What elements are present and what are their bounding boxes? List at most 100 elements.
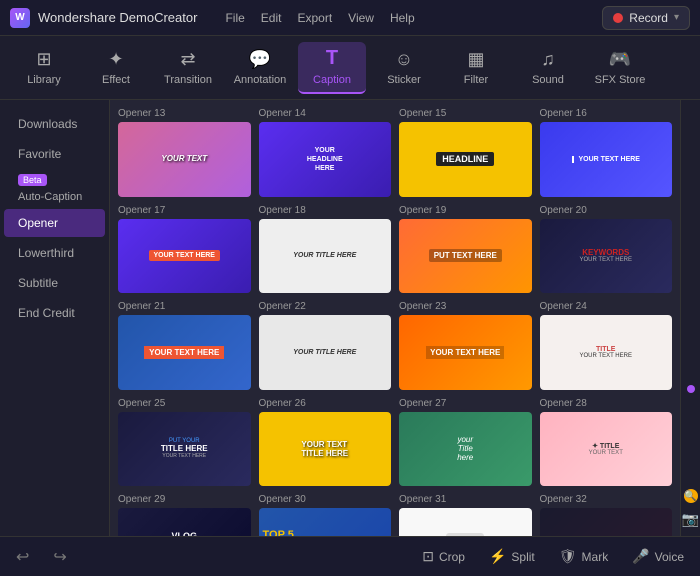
grid-thumb-13[interactable]: YOUR TEXT bbox=[118, 122, 251, 197]
grid-thumb-27[interactable]: yourTitlehere bbox=[399, 412, 532, 487]
toolbar-transition[interactable]: ⇄ Transition bbox=[154, 42, 222, 94]
right-panel: 🔍 📷 bbox=[680, 100, 700, 536]
toolbar-filter[interactable]: ▦ Filter bbox=[442, 42, 510, 94]
sfxstore-icon: 🎮 bbox=[609, 49, 631, 70]
voice-icon: 🎤 bbox=[632, 548, 649, 565]
grid-label-30: Opener 30 bbox=[259, 494, 392, 505]
grid-label-20: Opener 20 bbox=[540, 205, 673, 216]
sidebar-item-favorite[interactable]: Favorite bbox=[4, 140, 105, 168]
grid-item-opener-16[interactable]: Opener 16 YOUR TEXT HERE bbox=[540, 108, 673, 197]
sidebar-item-autocaption[interactable]: BetaAuto-Caption bbox=[4, 170, 105, 207]
grid-item-opener-19[interactable]: Opener 19PUT TEXT HERE bbox=[399, 205, 532, 294]
menu-view[interactable]: View bbox=[348, 11, 374, 25]
bottom-bar: ↩ ↪ ⊡ Crop ⚡ Split 🛡 Mark 🎤 Voice bbox=[0, 536, 700, 576]
grid-item-opener-13[interactable]: Opener 13YOUR TEXT bbox=[118, 108, 251, 197]
sidebar-item-opener[interactable]: Opener bbox=[4, 209, 105, 237]
grid-item-opener-14[interactable]: Opener 14YOURHEADLINEHERE bbox=[259, 108, 392, 197]
menu-help[interactable]: Help bbox=[390, 11, 415, 25]
toolbar-library-label: Library bbox=[27, 74, 61, 86]
toolbar-sound[interactable]: ♫ Sound bbox=[514, 42, 582, 94]
toolbar-sound-label: Sound bbox=[532, 74, 564, 86]
grid-thumb-19[interactable]: PUT TEXT HERE bbox=[399, 219, 532, 294]
sidebar: Downloads Favorite BetaAuto-Caption Open… bbox=[0, 100, 110, 536]
chevron-down-icon: ▾ bbox=[674, 12, 679, 23]
sidebar-item-lowerthird[interactable]: Lowerthird bbox=[4, 239, 105, 267]
menu-export[interactable]: Export bbox=[297, 11, 332, 25]
menu-edit[interactable]: Edit bbox=[261, 11, 282, 25]
grid-thumb-25[interactable]: PUT YOURTITLE HEREYOUR TEXT HERE bbox=[118, 412, 251, 487]
menu-bar: File Edit Export View Help bbox=[225, 11, 414, 25]
grid-item-opener-22[interactable]: Opener 22YOUR TITLE HERE bbox=[259, 301, 392, 390]
grid-label-24: Opener 24 bbox=[540, 301, 673, 312]
grid-item-opener-32[interactable]: Opener 32VLOG #10YOUR CHANNEL NAMEYOUR T… bbox=[540, 494, 673, 536]
grid-thumb-23[interactable]: YOUR TEXT HERE bbox=[399, 315, 532, 390]
toolbar-library[interactable]: ⊞ Library bbox=[10, 42, 78, 94]
toolbar-annotation[interactable]: 💬 Annotation bbox=[226, 42, 294, 94]
grid-item-opener-20[interactable]: Opener 20 KEYWORDSYOUR TEXT HERE bbox=[540, 205, 673, 294]
redo-button[interactable]: ↪ bbox=[53, 547, 66, 567]
sidebar-item-downloads[interactable]: Downloads bbox=[4, 110, 105, 138]
grid-thumb-29[interactable]: VLOG#10CHANNEL N bbox=[118, 508, 251, 536]
grid-label-31: Opener 31 bbox=[399, 494, 532, 505]
voice-button[interactable]: 🎤 Voice bbox=[632, 548, 684, 565]
sidebar-item-endcredit[interactable]: End Credit bbox=[4, 299, 105, 327]
content-grid-area: Opener 13YOUR TEXTOpener 14YOURHEADLINEH… bbox=[110, 100, 680, 536]
grid-label-25: Opener 25 bbox=[118, 398, 251, 409]
grid-item-opener-26[interactable]: Opener 26YOUR TEXTTITLE HERE bbox=[259, 398, 392, 487]
caption-icon: T bbox=[326, 47, 338, 70]
toolbar-sticker-label: Sticker bbox=[387, 74, 421, 86]
grid-thumb-28[interactable]: ✦ TITLEYOUR TEXT bbox=[540, 412, 673, 487]
grid-thumb-32[interactable]: VLOG #10YOUR CHANNEL NAMEYOUR TEXT HERE bbox=[540, 508, 673, 536]
toolbar-effect-label: Effect bbox=[102, 74, 130, 86]
toolbar-caption[interactable]: T Caption bbox=[298, 42, 366, 94]
mark-button[interactable]: 🛡 Mark bbox=[559, 548, 608, 565]
grid-thumb-30[interactable]: TOP 5YOURTITLEHERE bbox=[259, 508, 392, 536]
grid-item-opener-24[interactable]: Opener 24 TITLEYOUR TEXT HERE bbox=[540, 301, 673, 390]
toolbar-transition-label: Transition bbox=[164, 74, 212, 86]
grid-item-opener-27[interactable]: Opener 27 yourTitlehere bbox=[399, 398, 532, 487]
crop-button[interactable]: ⊡ Crop bbox=[422, 548, 465, 565]
undo-button[interactable]: ↩ bbox=[16, 547, 29, 567]
crop-icon: ⊡ bbox=[422, 548, 434, 565]
library-icon: ⊞ bbox=[36, 49, 51, 70]
grid-thumb-31[interactable]: VLOG#10 bbox=[399, 508, 532, 536]
grid-item-opener-30[interactable]: Opener 30 TOP 5YOURTITLEHERE bbox=[259, 494, 392, 536]
annotation-icon: 💬 bbox=[249, 49, 271, 70]
grid-item-opener-25[interactable]: Opener 25 PUT YOURTITLE HEREYOUR TEXT HER… bbox=[118, 398, 251, 487]
effect-icon: ✦ bbox=[108, 49, 123, 70]
toolbar-effect[interactable]: ✦ Effect bbox=[82, 42, 150, 94]
filter-icon: ▦ bbox=[467, 49, 484, 70]
toolbar-caption-label: Caption bbox=[313, 74, 351, 86]
grid-thumb-14[interactable]: YOURHEADLINEHERE bbox=[259, 122, 392, 197]
grid-label-16: Opener 16 bbox=[540, 108, 673, 119]
sidebar-item-subtitle[interactable]: Subtitle bbox=[4, 269, 105, 297]
grid-thumb-18[interactable]: YOUR TITLE HERE bbox=[259, 219, 392, 294]
grid-item-opener-17[interactable]: Opener 17YOUR TEXT HERE bbox=[118, 205, 251, 294]
transition-icon: ⇄ bbox=[180, 49, 195, 70]
grid-label-23: Opener 23 bbox=[399, 301, 532, 312]
grid-item-opener-31[interactable]: Opener 31 VLOG#10 bbox=[399, 494, 532, 536]
grid-label-27: Opener 27 bbox=[399, 398, 532, 409]
split-icon: ⚡ bbox=[489, 548, 506, 565]
toolbar-sticker[interactable]: ☺ Sticker bbox=[370, 42, 438, 94]
grid-item-opener-29[interactable]: Opener 29VLOG#10CHANNEL N bbox=[118, 494, 251, 536]
grid-thumb-22[interactable]: YOUR TITLE HERE bbox=[259, 315, 392, 390]
grid-thumb-26[interactable]: YOUR TEXTTITLE HERE bbox=[259, 412, 392, 487]
grid-item-opener-18[interactable]: Opener 18YOUR TITLE HERE bbox=[259, 205, 392, 294]
record-button[interactable]: Record ▾ bbox=[602, 6, 690, 30]
grid-item-opener-28[interactable]: Opener 28✦ TITLEYOUR TEXT bbox=[540, 398, 673, 487]
search-icon[interactable]: 🔍 bbox=[684, 489, 698, 503]
grid-thumb-24[interactable]: TITLEYOUR TEXT HERE bbox=[540, 315, 673, 390]
grid-thumb-21[interactable]: YOUR TEXT HERE bbox=[118, 315, 251, 390]
grid-item-opener-21[interactable]: Opener 21YOUR TEXT HERE bbox=[118, 301, 251, 390]
grid-item-opener-15[interactable]: Opener 15HEADLINE bbox=[399, 108, 532, 197]
toolbar-sfxstore[interactable]: 🎮 SFX Store bbox=[586, 42, 654, 94]
camera-icon[interactable]: 📷 bbox=[682, 511, 699, 528]
split-button[interactable]: ⚡ Split bbox=[489, 548, 535, 565]
grid-item-opener-23[interactable]: Opener 23 YOUR TEXT HERE bbox=[399, 301, 532, 390]
menu-file[interactable]: File bbox=[225, 11, 244, 25]
grid-thumb-17[interactable]: YOUR TEXT HERE bbox=[118, 219, 251, 294]
grid-thumb-20[interactable]: KEYWORDSYOUR TEXT HERE bbox=[540, 219, 673, 294]
grid-thumb-16[interactable]: YOUR TEXT HERE bbox=[540, 122, 673, 197]
grid-thumb-15[interactable]: HEADLINE bbox=[399, 122, 532, 197]
